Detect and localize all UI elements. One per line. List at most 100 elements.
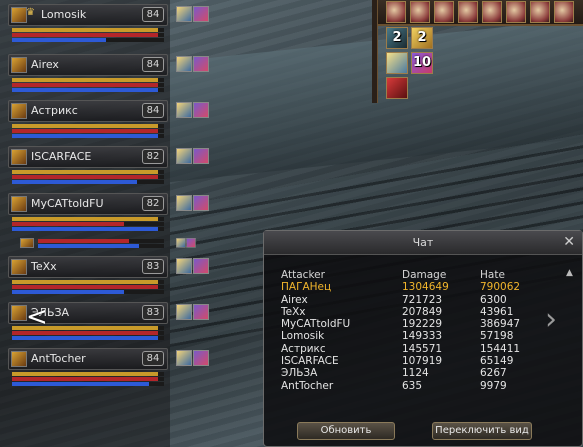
mp-fill — [12, 38, 107, 42]
buff-icon[interactable] — [458, 1, 478, 23]
member-buffs — [176, 6, 210, 22]
buff-icon[interactable] — [530, 1, 550, 23]
class-icon — [11, 351, 27, 367]
class-icon — [11, 7, 27, 23]
table-header: Attacker Damage Hate — [280, 269, 560, 281]
mp-bar — [38, 244, 164, 248]
member-level: 84 — [142, 103, 164, 118]
mp-fill — [12, 88, 158, 92]
cp-bar — [12, 372, 164, 376]
cp-bar — [12, 280, 164, 284]
skill-b-icon[interactable]: 2 — [411, 27, 433, 49]
class-icon — [11, 259, 27, 275]
damage-table: Attacker Damage Hate ПАГАНец 1304649 79006… — [280, 269, 560, 392]
switch-view-button[interactable]: Переключить вид — [432, 422, 532, 440]
hp-bar — [12, 33, 164, 37]
party-member[interactable]: ISCARFACE 82 — [8, 146, 168, 184]
buff-icon[interactable] — [193, 148, 209, 164]
mp-bar — [12, 382, 164, 386]
member-name: Астрикс — [31, 104, 78, 117]
buff-icon[interactable] — [176, 258, 192, 274]
cp-fill — [12, 78, 158, 82]
hp-bar — [12, 285, 164, 289]
buff-icon[interactable] — [186, 238, 196, 248]
mp-fill — [12, 227, 158, 231]
member-level: 83 — [142, 305, 164, 320]
buff-icon[interactable] — [176, 304, 192, 320]
party-member[interactable]: AntTocher 84 — [8, 348, 168, 386]
cp-bar — [12, 217, 164, 221]
buff-icon[interactable] — [176, 102, 192, 118]
mp-bar — [12, 88, 164, 92]
party-panel: Lomosik 84 ♛ Airex 84 Астрикс 84 ISCARFACE 82 MyC… — [0, 0, 170, 447]
attacker-cell: ПАГАНец — [281, 281, 332, 294]
mp-fill — [38, 244, 139, 248]
class-icon — [11, 196, 27, 212]
member-buffs — [176, 350, 210, 366]
buff-icon[interactable] — [482, 1, 502, 23]
skill-count: 10 — [412, 55, 432, 70]
cp-fill — [12, 280, 158, 284]
attacker-cell: MyCATtoldFU — [281, 318, 351, 331]
buff-icon[interactable] — [193, 304, 209, 320]
skill-a-icon[interactable]: 2 — [386, 27, 408, 49]
buff-icon[interactable] — [506, 1, 526, 23]
buff-icon[interactable] — [386, 1, 406, 23]
chat-titlebar[interactable]: Чат ✕ — [264, 231, 582, 255]
party-member[interactable]: Airex 84 — [8, 54, 168, 92]
buff-icon[interactable] — [193, 102, 209, 118]
attacker-cell: Airex — [281, 293, 308, 306]
buff-icon[interactable] — [410, 1, 430, 23]
member-buffs — [176, 258, 210, 274]
scroll-up-icon[interactable]: ▲ — [566, 268, 576, 278]
member-buffs — [176, 56, 210, 72]
party-member[interactable] — [8, 238, 168, 252]
buff-icon[interactable] — [176, 56, 192, 72]
party-member[interactable]: Lomosik 84 ♛ — [8, 4, 168, 42]
buff-icon[interactable] — [176, 195, 192, 211]
skill-panel-frame — [372, 0, 378, 103]
hp-bar — [12, 83, 164, 87]
cp-fill — [12, 372, 158, 376]
mp-fill — [12, 180, 137, 184]
mp-bar — [12, 134, 164, 138]
buff-icon[interactable] — [193, 195, 209, 211]
member-level: 82 — [142, 196, 164, 211]
buff-icon[interactable] — [554, 1, 574, 23]
party-member[interactable]: Астрикс 84 — [8, 100, 168, 138]
party-member[interactable]: TeXx 83 — [8, 256, 168, 294]
skill-e-icon[interactable] — [386, 77, 408, 99]
table-row: MyCATtoldFU 192229 386947 — [280, 318, 560, 330]
hate-cell: 65149 — [480, 355, 514, 368]
hp-fill — [12, 222, 125, 226]
attacker-cell: ISCARFACE — [281, 355, 339, 368]
buff-icon[interactable] — [193, 350, 209, 366]
buff-icon[interactable] — [434, 1, 454, 23]
buff-icon[interactable] — [176, 238, 186, 248]
next-page-arrow-icon[interactable]: › — [545, 302, 557, 337]
hate-cell: 386947 — [480, 318, 521, 331]
close-icon[interactable]: ✕ — [563, 234, 575, 250]
skill-d-icon[interactable]: 10 — [411, 52, 433, 74]
buff-icon[interactable] — [176, 6, 192, 22]
attacker-cell: TeXx — [281, 305, 306, 318]
hp-fill — [38, 239, 129, 243]
damage-cell: 107919 — [402, 355, 443, 368]
mp-fill — [12, 290, 125, 294]
member-name: ISCARFACE — [31, 150, 92, 163]
buff-icon[interactable] — [193, 258, 209, 274]
header-attacker: Attacker — [281, 269, 325, 281]
buff-icon[interactable] — [176, 148, 192, 164]
party-member[interactable]: MyCATtoldFU 82 — [8, 193, 168, 231]
buff-icon[interactable] — [176, 350, 192, 366]
buff-icon[interactable] — [193, 56, 209, 72]
attacker-cell: Lomosik — [281, 330, 325, 343]
table-row: AntTocher 635 9979 — [280, 380, 560, 392]
table-row: Астрикс 145571 154411 — [280, 343, 560, 355]
class-icon — [11, 57, 27, 73]
table-row: ISCARFACE 107919 65149 — [280, 355, 560, 367]
table-row: ЭЛЬЗА 1124 6267 — [280, 367, 560, 379]
buff-icon[interactable] — [193, 6, 209, 22]
refresh-button[interactable]: Обновить — [297, 422, 395, 440]
skill-c-icon[interactable] — [386, 52, 408, 74]
